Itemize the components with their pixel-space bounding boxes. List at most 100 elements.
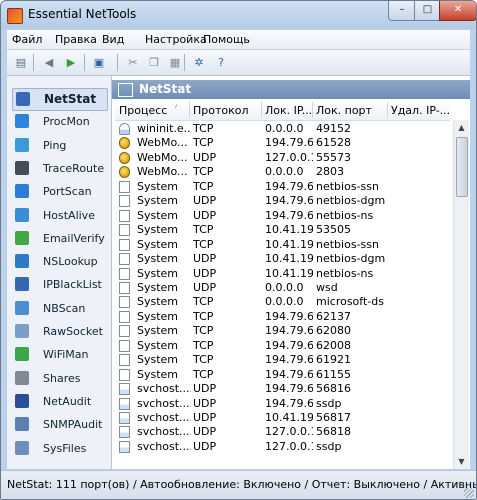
cell-proc: System (137, 237, 179, 251)
status-text: NetStat: 111 порт(ов) / Автообновление: … (7, 478, 476, 491)
scroll-down-icon[interactable]: ▼ (454, 454, 469, 469)
table-row[interactable]: svchost....UDP194.79.6...ssdp?N/A (115, 397, 450, 411)
title-bar[interactable]: Essential NetTools – □ ✕ (1, 1, 476, 29)
sidebar-item-emailverify[interactable]: EmailVerify (12, 228, 106, 249)
cell-proc: System (137, 194, 179, 208)
column-separator[interactable] (189, 102, 190, 118)
column-header-1[interactable]: Протокол (193, 104, 261, 117)
sysfiles-icon (15, 440, 29, 455)
sidebar-item-portscan[interactable]: PortScan (12, 181, 106, 202)
sidebar-item-traceroute[interactable]: TraceRoute (12, 158, 106, 179)
ping-icon (15, 137, 29, 152)
toolbar-icon[interactable]: ▤ (13, 54, 29, 70)
cell-proto: TCP (193, 338, 214, 352)
table-row[interactable]: svchost....UDP127.0.0.1ssdp?N/A (115, 440, 450, 454)
cell-proc: System (137, 353, 179, 367)
sidebar-item-rawsocket[interactable]: RawSocket (12, 321, 106, 342)
cell-proto: TCP (193, 295, 214, 309)
column-header-3[interactable]: Лок. порт (316, 104, 388, 117)
maximize-button[interactable]: □ (414, 1, 441, 21)
cell-lport: 55573 (316, 150, 351, 164)
column-header-2[interactable]: Лок. IP... (265, 104, 313, 117)
paste-icon[interactable]: ▦ (167, 54, 183, 70)
sidebar-item-procmon[interactable]: ProcMon (12, 111, 106, 132)
table-row[interactable]: SystemTCP194.79.6...netbios-ssn?N/A (115, 180, 450, 194)
table-row[interactable]: SystemTCP10.41.19...53505?10.10.... (115, 223, 450, 237)
table-row[interactable]: SystemUDP194.79.6...netbios-dgm?N/A (115, 194, 450, 208)
scroll-thumb[interactable] (456, 137, 468, 197)
vertical-scrollbar[interactable]: ▲ ▼ (453, 120, 469, 469)
scroll-up-icon[interactable]: ▲ (454, 120, 469, 135)
cell-lport: 53505 (316, 223, 351, 237)
process-icon (119, 180, 130, 193)
cell-proto: UDP (193, 439, 217, 453)
cell-lip: 10.41.19... (265, 223, 313, 237)
table-row[interactable]: SystemTCP0.0.0.0microsoft-ds?N/A (115, 295, 450, 309)
panel-header: NetStat (112, 80, 470, 99)
sidebar-item-shares[interactable]: Shares (12, 368, 106, 389)
cell-lport: 62137 (316, 309, 351, 323)
table-row[interactable]: SystemTCP194.79.6...6208078.14... (115, 324, 450, 338)
cell-lip: 0.0.0.0 (265, 295, 304, 309)
sidebar-item-label: HostAlive (43, 208, 95, 222)
menu-item-3[interactable]: Настройка (145, 33, 207, 46)
menu-item-4[interactable]: Помощь (203, 33, 250, 46)
table-row[interactable]: SystemUDP10.41.19...netbios-dgm?N/A (115, 252, 450, 266)
process-icon (119, 281, 130, 294)
table-row[interactable]: svchost....UDP127.0.0.156818?N/A (115, 425, 450, 439)
sidebar-item-label: SysFiles (43, 441, 87, 455)
table-row[interactable]: SystemUDP0.0.0.0wsd?N/A (115, 281, 450, 295)
settings-icon[interactable]: ✲ (191, 54, 207, 70)
sidebar-item-nbscan[interactable]: NBScan (12, 298, 106, 319)
save-icon[interactable]: ▣ (91, 54, 107, 70)
close-button[interactable]: ✕ (439, 1, 476, 21)
sidebar-item-label: WiFiMan (43, 348, 89, 362)
sidebar-item-netstat[interactable]: NetStat (12, 88, 108, 111)
sidebar-item-label: EmailVerify (43, 231, 105, 245)
process-icon (119, 339, 130, 352)
menu-item-2[interactable]: Вид (102, 33, 124, 46)
sidebar-item-ipblacklist[interactable]: IPBlackList (12, 274, 106, 295)
netstat-panel: NetStat Процесс Протокол Лок. IP... Лок. по… (112, 76, 470, 469)
table-row[interactable]: SystemTCP194.79.6...6115578.14... (115, 368, 450, 382)
sidebar-item-sysfiles[interactable]: SysFiles (12, 438, 106, 459)
column-header-4[interactable]: Удал. IP-... (391, 104, 451, 117)
menu-item-0[interactable]: Файл (12, 33, 42, 46)
table-row[interactable]: WebMo...TCP194.79.6...61528212.1... (115, 136, 450, 150)
minimize-button[interactable]: – (388, 1, 416, 21)
table-row[interactable]: WebMo...UDP127.0.0.155573?N/A (115, 151, 450, 165)
process-icon (119, 123, 130, 135)
column-header-0[interactable]: Процесс (119, 104, 189, 117)
sidebar-item-hostalive[interactable]: HostAlive (12, 205, 106, 226)
cell-proto: UDP (193, 396, 217, 410)
sidebar-item-ping[interactable]: Ping (12, 135, 106, 156)
column-separator[interactable] (387, 102, 388, 118)
sidebar-item-snmpaudit[interactable]: SNMPAudit (12, 414, 106, 435)
table-row[interactable]: wininit.e...TCP0.0.0.049152?N/A (115, 122, 450, 136)
table-row[interactable]: SystemTCP10.41.19...netbios-ssn?N/A (115, 238, 450, 252)
column-separator[interactable] (261, 102, 262, 118)
table-row[interactable]: SystemUDP194.79.6...netbios-ns?N/A (115, 209, 450, 223)
sidebar-item-wifiman[interactable]: WiFiMan (12, 344, 106, 365)
toolbar-separator (117, 54, 118, 71)
table-row[interactable]: SystemTCP194.79.6...6200870.87.... (115, 339, 450, 353)
table-row[interactable]: svchost....UDP10.41.19...56817?N/A (115, 411, 450, 425)
copy-icon[interactable]: ❐ (146, 54, 162, 70)
cell-proto: UDP (193, 411, 217, 424)
table-row[interactable]: SystemTCP194.79.6...6213778.14... (115, 310, 450, 324)
menu-item-1[interactable]: Правка (55, 33, 97, 46)
table-row[interactable]: svchost....UDP194.79.6...56816?N/A (115, 382, 450, 396)
table-row[interactable]: SystemTCP194.79.6...61921184.1... (115, 353, 450, 367)
cut-icon[interactable]: ✂ (125, 54, 141, 70)
forward-icon[interactable]: ▶ (63, 54, 79, 70)
resize-grip-icon[interactable] (464, 488, 474, 498)
emailverify-icon (15, 230, 29, 245)
column-separator[interactable] (312, 102, 313, 118)
sidebar-item-nslookup[interactable]: NSLookup (12, 251, 106, 272)
sidebar-item-netaudit[interactable]: NetAudit (12, 391, 106, 412)
help-icon[interactable]: ? (213, 54, 229, 70)
table-row[interactable]: WebMo...TCP0.0.0.02803?N/A (115, 165, 450, 179)
table-row[interactable]: SystemUDP10.41.19...netbios-ns?N/A (115, 267, 450, 281)
panel-title: NetStat (139, 82, 192, 96)
back-icon[interactable]: ◀ (41, 54, 57, 70)
